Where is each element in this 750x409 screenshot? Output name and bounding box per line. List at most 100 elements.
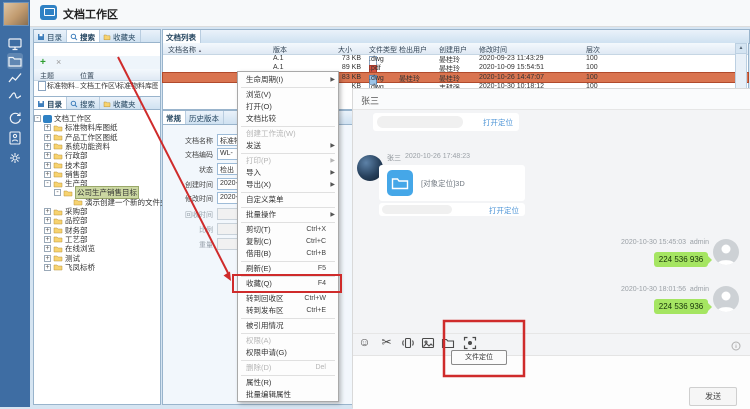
menu-separator xyxy=(241,153,335,154)
menu-separator xyxy=(241,207,335,208)
menu-separator xyxy=(241,360,335,361)
workspace-icon xyxy=(43,115,52,123)
avatar[interactable] xyxy=(3,2,29,26)
search-icon xyxy=(70,100,78,108)
add-button[interactable]: + xyxy=(40,57,46,68)
menu-item-batch-edit-props[interactable]: 批量编辑属性 xyxy=(238,389,338,401)
chat-card[interactable]: 打开定位 xyxy=(373,113,519,131)
folder-icon xyxy=(73,198,83,206)
folder-icon xyxy=(53,254,63,262)
open-locate-link[interactable]: 打开定位 xyxy=(489,205,519,216)
chat-input-area[interactable]: 发送 xyxy=(353,355,750,409)
folder-icon xyxy=(53,161,63,169)
menu-item-delete: 删除(D)Del xyxy=(238,362,338,374)
tree-item[interactable]: 演示创建一个新的文件夹 xyxy=(34,198,168,207)
menu-item-browse[interactable]: 浏览(V) xyxy=(238,89,338,101)
menu-item-borrow[interactable]: 借用(B)Ctrl+B xyxy=(238,248,338,260)
context-menu: 生命周期(I)▶ 浏览(V) 打开(O) 文档比较 创建工作流(W) 发送▶ 打… xyxy=(237,71,339,402)
menu-item-import[interactable]: 导入▶ xyxy=(238,167,338,179)
menu-item-doc-compare[interactable]: 文档比较 xyxy=(238,113,338,125)
sync-icon[interactable] xyxy=(7,110,23,126)
tab-history-versions[interactable]: 历史版本 xyxy=(186,111,224,124)
image-icon[interactable] xyxy=(420,335,435,350)
contacts-icon[interactable] xyxy=(7,130,23,146)
doclist-tabstrip: 文档列表 xyxy=(162,29,750,44)
folder-icon xyxy=(53,245,63,253)
menu-item-copy[interactable]: 复制(C)Ctrl+C xyxy=(238,236,338,248)
tab-doc-list[interactable]: 文档列表 xyxy=(163,30,201,43)
avatar[interactable] xyxy=(713,239,739,265)
folder-icon xyxy=(53,170,63,178)
table-row[interactable]: 标准物料库图纸062.dwg A.173 KB .dwg 晏桂玲 2020-09… xyxy=(163,54,748,63)
chat-card-footer[interactable]: 打开定位 xyxy=(379,203,525,216)
folder-icon xyxy=(103,33,111,41)
message-sender: 张三 xyxy=(387,153,401,163)
menu-item-custom-menu[interactable]: 自定义菜单 xyxy=(238,194,338,206)
app-sidebar xyxy=(0,0,30,407)
scroll-up-icon[interactable]: ▲ xyxy=(736,44,746,54)
tree-panel: -文档工作区 +标准物料库图纸 +产品工作区图纸 +系统功能资料 +行政部 +技… xyxy=(33,109,161,405)
settings-icon[interactable] xyxy=(7,150,23,166)
menu-item-properties[interactable]: 属性(R) xyxy=(238,377,338,389)
send-button[interactable]: 发送 xyxy=(689,387,737,406)
info-icon[interactable] xyxy=(731,341,741,351)
menu-separator xyxy=(241,375,335,376)
submenu-arrow-icon: ▶ xyxy=(330,74,335,86)
tab-general[interactable]: 常规 xyxy=(163,111,186,124)
menu-item-referenced[interactable]: 被引用情况 xyxy=(238,320,338,332)
folder-icon xyxy=(53,180,63,188)
menu-separator xyxy=(241,291,335,292)
chat-bubble[interactable]: 224 536 936 xyxy=(654,252,708,267)
menu-item-permission: 权限(A) xyxy=(238,335,338,347)
chart-icon[interactable] xyxy=(7,70,23,86)
open-locate-link[interactable]: 打开定位 xyxy=(483,117,513,128)
table-scrollbar[interactable]: ▲ xyxy=(735,43,747,91)
menu-item-to-publish[interactable]: 转到发布区Ctrl+E xyxy=(238,305,338,317)
folder-icon xyxy=(63,189,73,197)
chat-bubble[interactable]: 224 536 936 xyxy=(654,299,708,314)
menu-item-batch-ops[interactable]: 批量操作▶ xyxy=(238,209,338,221)
chat-panel: 张三 打开定位 张三 2020-10-26 17:48:23 [对象定位]3D … xyxy=(352,88,750,408)
locate-icon[interactable] xyxy=(462,335,477,350)
monitor-icon[interactable] xyxy=(7,36,23,52)
menu-item-permission-request[interactable]: 权限申请(G) xyxy=(238,347,338,359)
disk-icon xyxy=(37,33,45,41)
file-locate-tooltip: 文件定位 xyxy=(451,350,507,365)
menu-separator xyxy=(241,222,335,223)
menu-item-print: 打印(P)▶ xyxy=(238,155,338,167)
search-toolbar: + × xyxy=(34,56,160,70)
shake-icon[interactable] xyxy=(400,335,415,350)
menu-item-send[interactable]: 发送▶ xyxy=(238,140,338,152)
menu-separator xyxy=(241,87,335,88)
object-locate-label: [对象定位]3D xyxy=(421,178,465,189)
menu-item-to-recycle[interactable]: 转到回收区Ctrl+W xyxy=(238,293,338,305)
search-result-row[interactable]: 标准物料... 文档工作区\标准物料库图 xyxy=(34,80,160,90)
activity-icon[interactable] xyxy=(7,87,23,103)
menu-item-cut[interactable]: 剪切(T)Ctrl+X xyxy=(238,224,338,236)
divider xyxy=(353,333,750,334)
folder-icon xyxy=(53,263,63,271)
menu-separator xyxy=(241,318,335,319)
object-locate-card[interactable]: [对象定位]3D xyxy=(379,165,525,201)
folder-icon xyxy=(53,226,63,234)
avatar[interactable] xyxy=(713,286,739,312)
remove-button[interactable]: × xyxy=(56,57,61,67)
scissors-icon[interactable]: ✂ xyxy=(379,335,394,350)
folder-icon[interactable] xyxy=(440,335,455,350)
menu-item-open[interactable]: 打开(O) xyxy=(238,101,338,113)
emoji-icon[interactable]: ☺ xyxy=(357,335,372,350)
menu-item-favorite[interactable]: 收藏(Q)F4 xyxy=(238,278,338,290)
tree-item[interactable]: +飞凤标桥 xyxy=(34,263,95,272)
folder-icon[interactable] xyxy=(7,53,23,69)
menu-item-refresh[interactable]: 刷新(E)F5 xyxy=(238,263,338,275)
folder-icon xyxy=(53,124,63,132)
search-panel: + × 主题 位置 标准物料... 文档工作区\标准物料库图 xyxy=(33,42,161,97)
menu-item-create-workflow: 创建工作流(W) xyxy=(238,128,338,140)
menu-separator xyxy=(241,192,335,193)
folder-icon xyxy=(103,100,111,108)
menu-item-export[interactable]: 导出(X)▶ xyxy=(238,179,338,191)
submenu-arrow-icon: ▶ xyxy=(330,209,335,221)
submenu-arrow-icon: ▶ xyxy=(330,179,335,191)
menu-item-lifecycle[interactable]: 生命周期(I)▶ xyxy=(238,74,338,86)
sent-meta: 2020-10-30 15:45:03 admin xyxy=(621,239,709,246)
